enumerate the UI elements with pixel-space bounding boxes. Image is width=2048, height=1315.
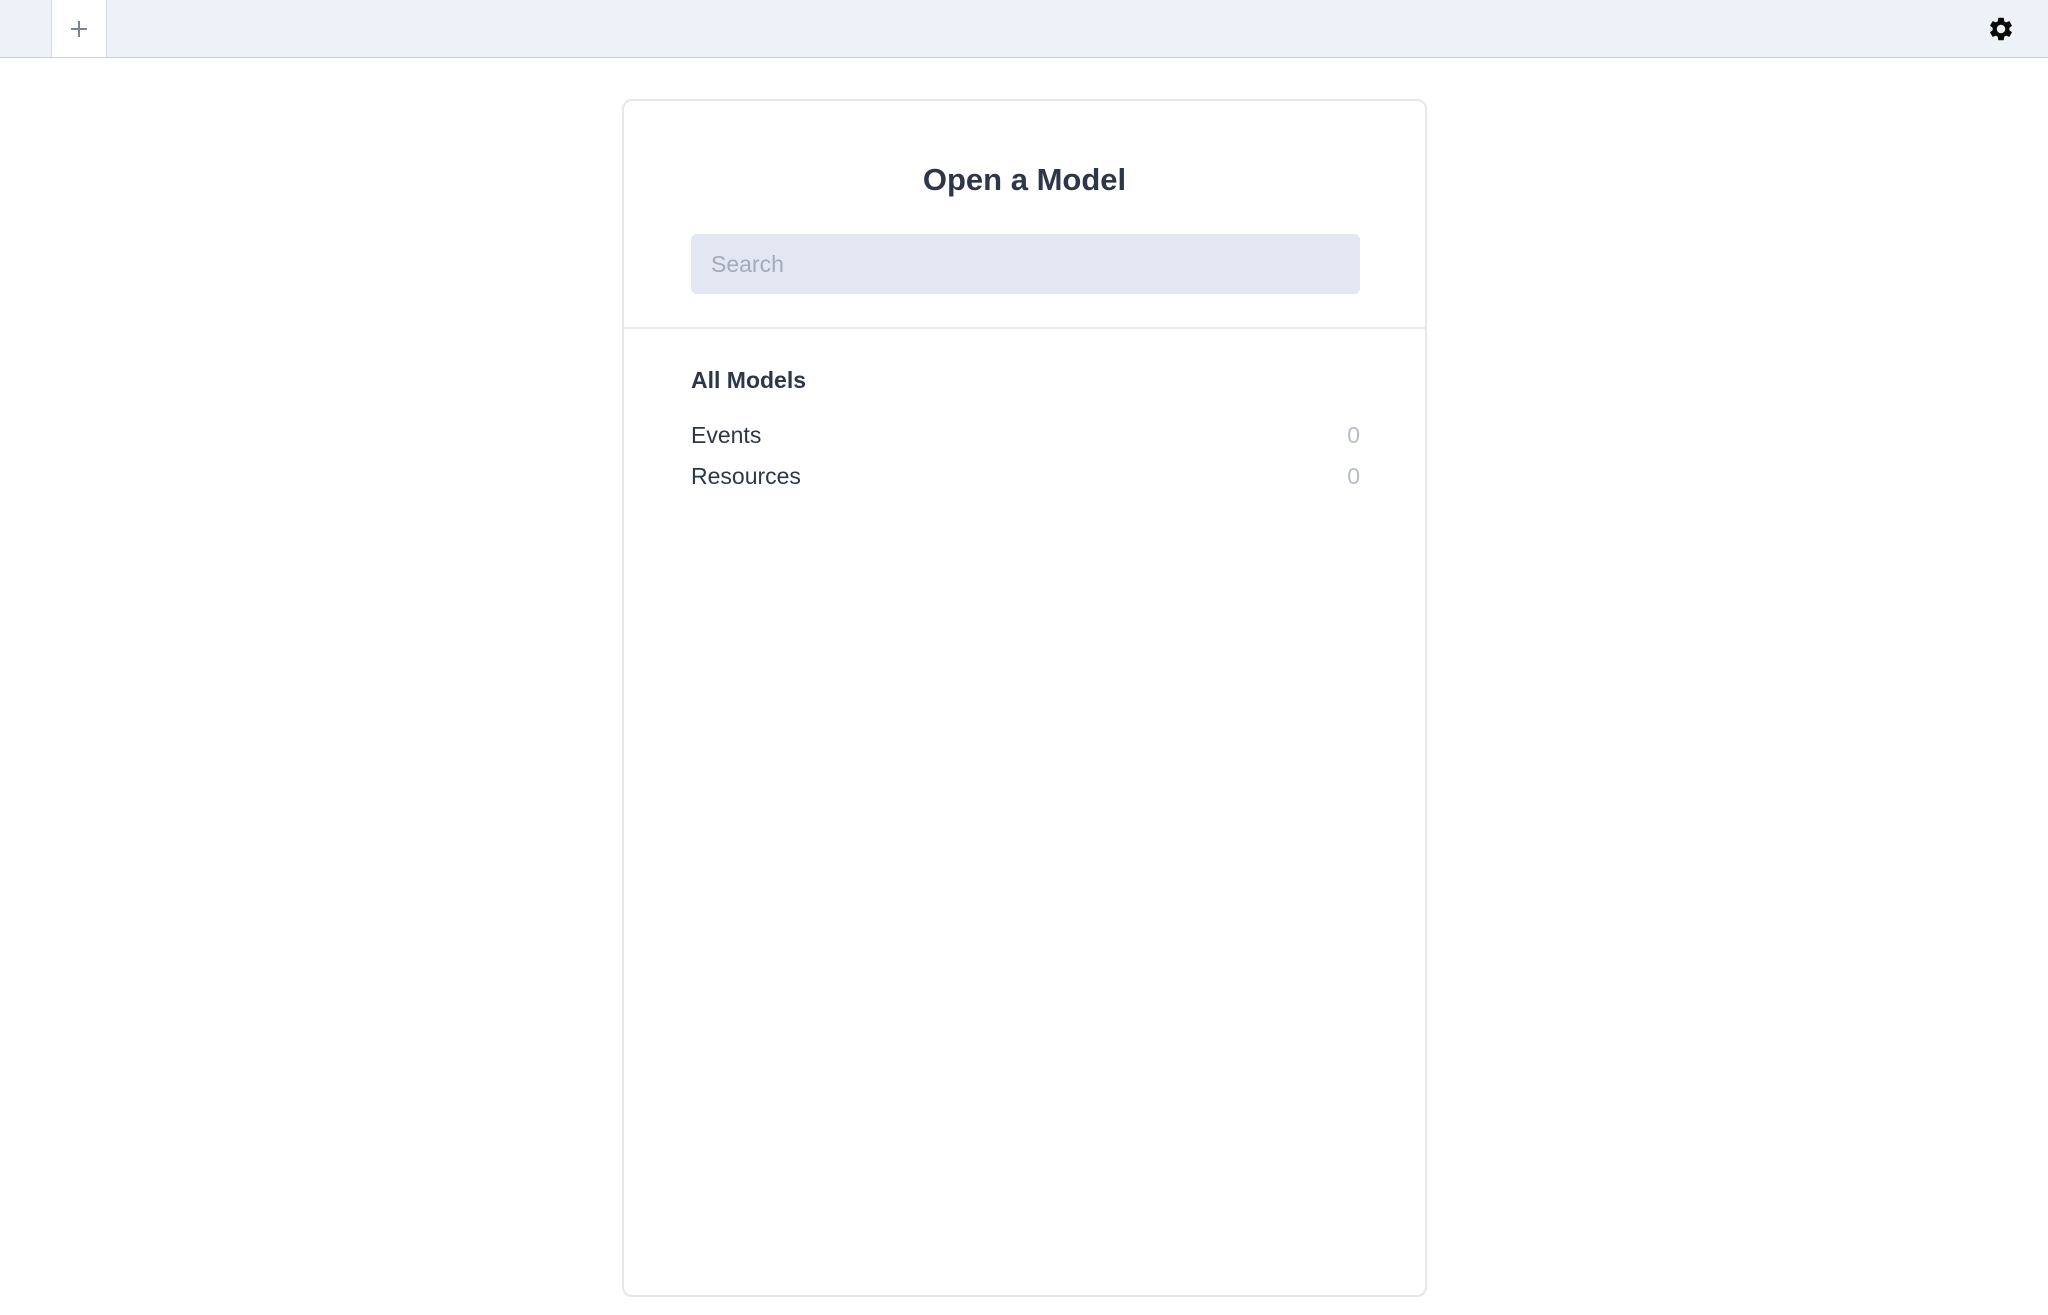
settings-button[interactable] (1984, 12, 2018, 46)
open-model-panel: Open a Model All Models Events 0 Resourc… (622, 99, 1427, 1297)
plus-icon (71, 20, 87, 37)
search-input[interactable] (691, 234, 1360, 294)
top-bar (0, 0, 2048, 58)
list-item-resources[interactable]: Resources 0 (691, 456, 1360, 497)
new-tab-button[interactable] (51, 0, 107, 57)
gear-icon (1990, 17, 2012, 41)
list-item-count: 0 (1347, 422, 1360, 448)
list-item-label: Events (691, 422, 762, 448)
panel-header: Open a Model (624, 101, 1425, 329)
list-item-label: Resources (691, 463, 801, 489)
model-list: Events 0 Resources 0 (691, 415, 1360, 497)
section-title-all-models: All Models (691, 367, 807, 393)
list-item-count: 0 (1347, 463, 1360, 489)
page-title: Open a Model (922, 162, 1127, 197)
list-item-events[interactable]: Events 0 (691, 415, 1360, 456)
